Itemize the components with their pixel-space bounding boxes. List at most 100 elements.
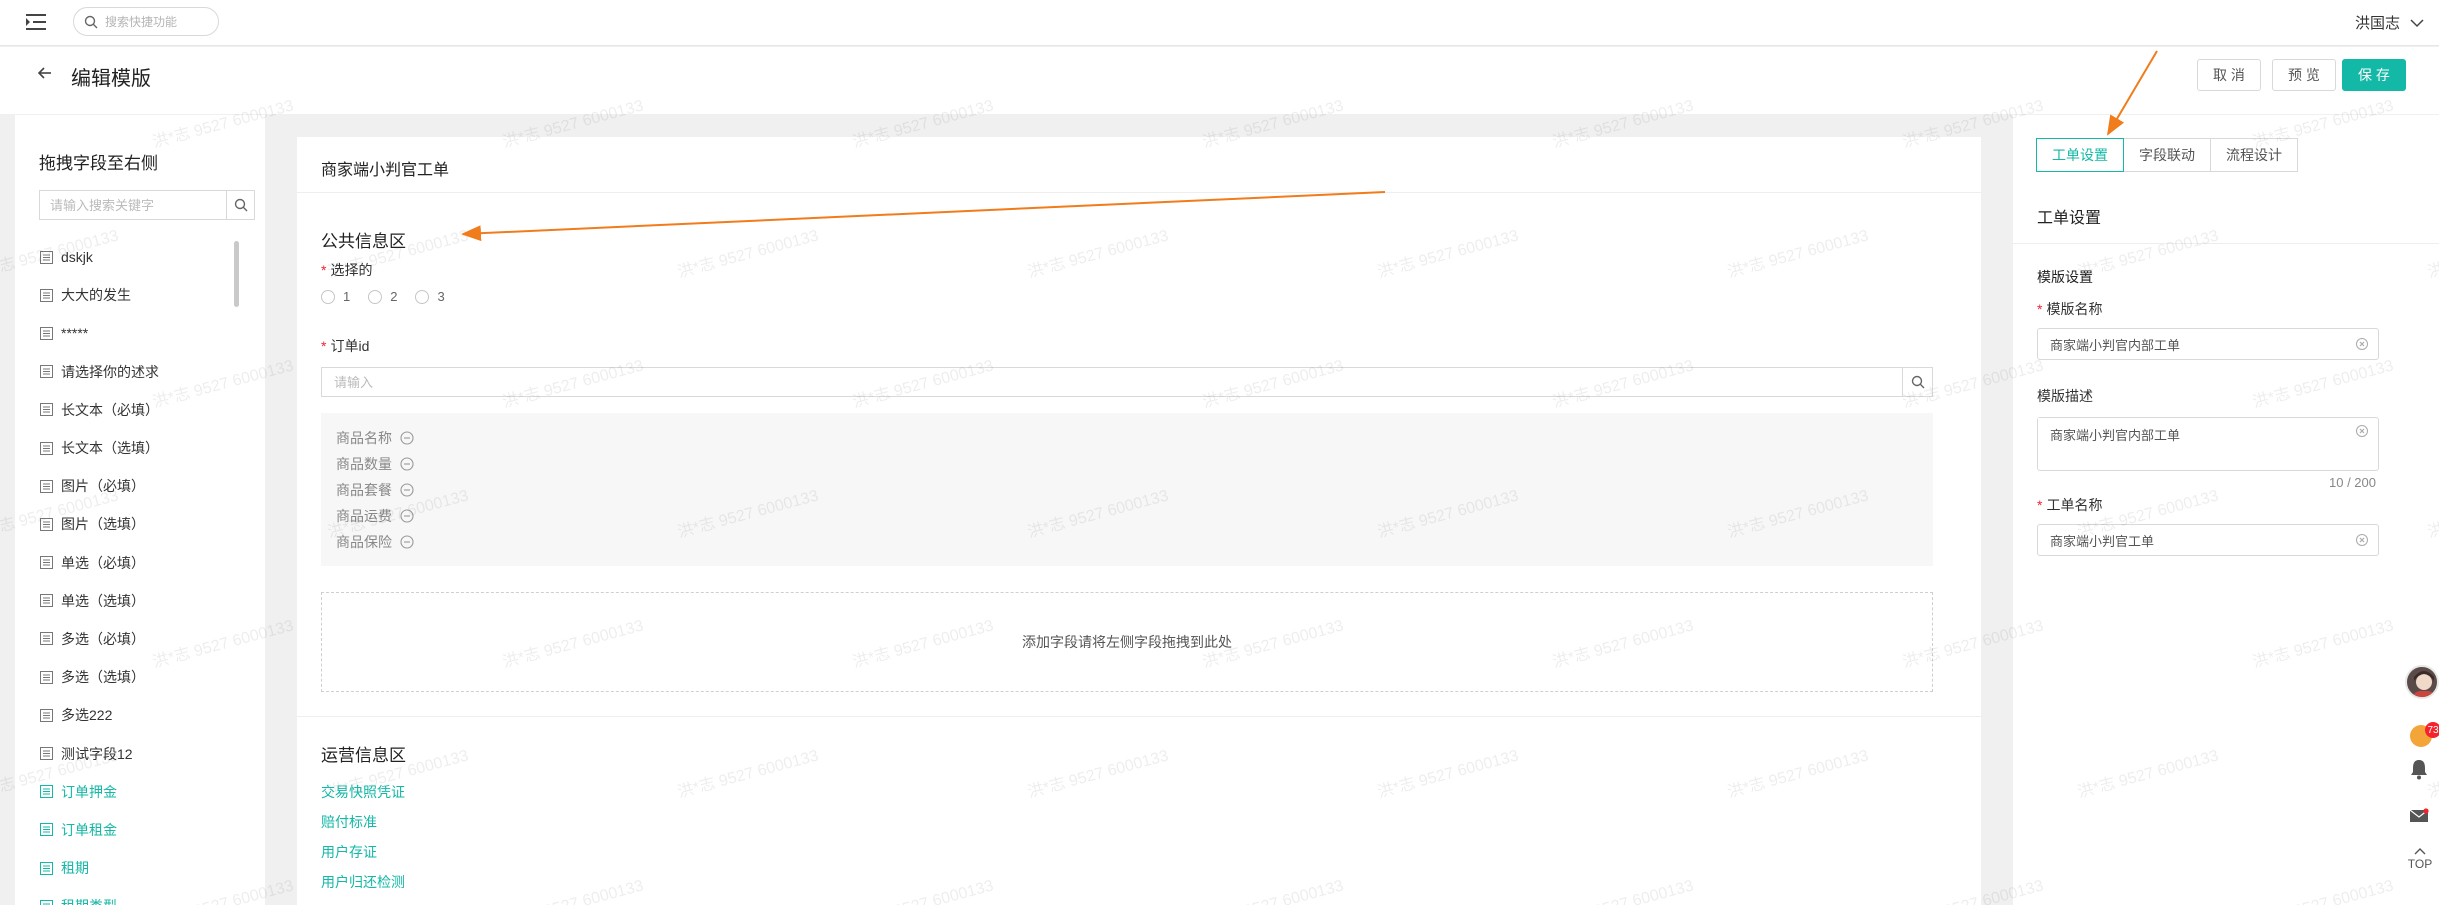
field-type-icon xyxy=(40,594,53,608)
divider xyxy=(2013,243,2439,244)
search-icon xyxy=(1911,375,1924,389)
radio-field-label: * 选择的 xyxy=(321,262,373,278)
field-item[interactable]: 多选222 xyxy=(40,696,230,734)
template-desc-field[interactable]: 商家端小判官内部工单 xyxy=(2037,417,2379,471)
field-list-scrollbar[interactable] xyxy=(234,241,239,307)
remove-icon[interactable] xyxy=(400,431,414,445)
field-item[interactable]: 大大的发生 xyxy=(40,276,230,314)
ticket-name-field[interactable] xyxy=(2037,524,2379,556)
template-name-input[interactable] xyxy=(2038,336,2356,352)
order-id-field[interactable] xyxy=(321,367,1933,397)
field-item[interactable]: 长文本（必填） xyxy=(40,391,230,429)
field-item-label: ***** xyxy=(61,325,89,342)
save-button[interactable]: 保 存 xyxy=(2342,59,2406,91)
field-item-label: 测试字段12 xyxy=(61,745,133,762)
field-item[interactable]: 图片（选填） xyxy=(40,505,230,543)
field-item-label: 租期 xyxy=(61,860,89,877)
field-item-label: 多选222 xyxy=(61,707,113,724)
order-id-label: * 订单id xyxy=(321,338,370,354)
radio-option[interactable]: 1 xyxy=(321,289,350,304)
field-item[interactable]: dskjk xyxy=(40,238,230,276)
global-search-input[interactable] xyxy=(105,14,205,29)
back-arrow-icon[interactable] xyxy=(36,64,54,82)
ops-field-link[interactable]: 用户存证 xyxy=(321,842,377,862)
clear-icon[interactable] xyxy=(2356,338,2368,350)
back-to-top-button[interactable]: TOP xyxy=(2403,845,2437,871)
field-item[interactable]: 多选（选填） xyxy=(40,658,230,696)
field-item[interactable]: 单选（必填） xyxy=(40,544,230,582)
avatar[interactable] xyxy=(2405,665,2439,699)
product-field-label: 商品套餐 xyxy=(336,482,392,498)
bell-icon[interactable] xyxy=(2409,758,2429,780)
settings-tab[interactable]: 字段联动 xyxy=(2123,138,2211,172)
ops-field-link[interactable]: 赔付标准 xyxy=(321,812,377,832)
global-search[interactable] xyxy=(73,7,219,36)
field-item-label: 单选（选填） xyxy=(61,592,145,609)
preview-button[interactable]: 预 览 xyxy=(2272,59,2336,91)
top-bar: 洪国志 xyxy=(0,0,2439,46)
ops-section-title: 运营信息区 xyxy=(321,746,406,765)
notification-count-badge: 73 xyxy=(2425,722,2439,738)
field-item[interactable]: 测试字段12 xyxy=(40,734,230,772)
product-field-row: 商品套餐 xyxy=(336,480,414,500)
field-type-icon xyxy=(40,899,53,905)
field-item-label: 长文本（必填） xyxy=(61,401,159,418)
field-type-icon xyxy=(40,747,53,761)
field-search-input[interactable] xyxy=(40,191,226,219)
remove-icon[interactable] xyxy=(400,457,414,471)
template-desc-textarea[interactable]: 商家端小判官内部工单 xyxy=(2038,418,2338,458)
back-to-top-label: TOP xyxy=(2407,857,2433,871)
search-icon xyxy=(84,15,98,28)
template-name-field[interactable] xyxy=(2037,328,2379,360)
ops-field-link[interactable]: 用户归还检测 xyxy=(321,872,405,892)
remove-icon[interactable] xyxy=(400,535,414,549)
field-search-button[interactable] xyxy=(226,191,254,219)
field-item[interactable]: 图片（必填） xyxy=(40,467,230,505)
chevron-down-icon xyxy=(2410,18,2424,27)
field-type-icon xyxy=(40,517,53,531)
field-item-label: 请选择你的述求 xyxy=(61,363,159,380)
product-field-row: 商品运费 xyxy=(336,506,414,526)
field-item[interactable]: 单选（选填） xyxy=(40,582,230,620)
radio-option[interactable]: 2 xyxy=(368,289,397,304)
ops-field-link[interactable]: 交易快照凭证 xyxy=(321,782,405,802)
product-field-row: 商品数量 xyxy=(336,454,414,474)
clear-icon[interactable] xyxy=(2356,534,2368,546)
radio-option[interactable]: 3 xyxy=(415,289,445,304)
divider xyxy=(297,192,1981,193)
settings-tab[interactable]: 流程设计 xyxy=(2210,138,2298,172)
settings-tab[interactable]: 工单设置 xyxy=(2036,138,2124,172)
required-mark: * xyxy=(321,338,327,354)
field-type-icon xyxy=(40,556,53,570)
order-id-input[interactable] xyxy=(322,368,1902,396)
ticket-name-input[interactable] xyxy=(2038,532,2356,548)
field-item[interactable]: 多选（必填） xyxy=(40,620,230,658)
field-item-label: 多选（选填） xyxy=(61,669,145,686)
field-search[interactable] xyxy=(39,190,255,220)
product-field-row: 商品名称 xyxy=(336,428,414,448)
search-icon xyxy=(234,198,247,212)
radio-option-label: 3 xyxy=(437,289,445,304)
user-menu[interactable]: 洪国志 xyxy=(2355,12,2424,33)
field-item[interactable]: 租期类型 xyxy=(40,887,230,905)
remove-icon[interactable] xyxy=(400,483,414,497)
drop-zone-text: 添加字段请将左侧字段拖拽到此处 xyxy=(1022,634,1232,650)
clear-icon[interactable] xyxy=(2356,425,2368,437)
field-item[interactable]: 订单押金 xyxy=(40,773,230,811)
field-item-label: 大大的发生 xyxy=(61,287,131,304)
field-item[interactable]: 请选择你的述求 xyxy=(40,353,230,391)
field-item[interactable]: 长文本（选填） xyxy=(40,429,230,467)
cancel-button[interactable]: 取 消 xyxy=(2197,59,2261,91)
order-search-button[interactable] xyxy=(1902,368,1932,396)
field-item[interactable]: 租期 xyxy=(40,849,230,887)
field-item[interactable]: ***** xyxy=(40,314,230,352)
menu-toggle-icon[interactable] xyxy=(26,12,48,32)
radio-circle-icon xyxy=(321,289,335,304)
remove-icon[interactable] xyxy=(400,509,414,523)
field-type-icon xyxy=(40,632,53,646)
field-item-label: 图片（选填） xyxy=(61,516,145,533)
field-item[interactable]: 订单租金 xyxy=(40,811,230,849)
drop-zone[interactable]: 添加字段请将左侧字段拖拽到此处 xyxy=(321,592,1933,692)
mail-icon[interactable] xyxy=(2409,808,2429,824)
radio-option-label: 2 xyxy=(390,289,398,304)
